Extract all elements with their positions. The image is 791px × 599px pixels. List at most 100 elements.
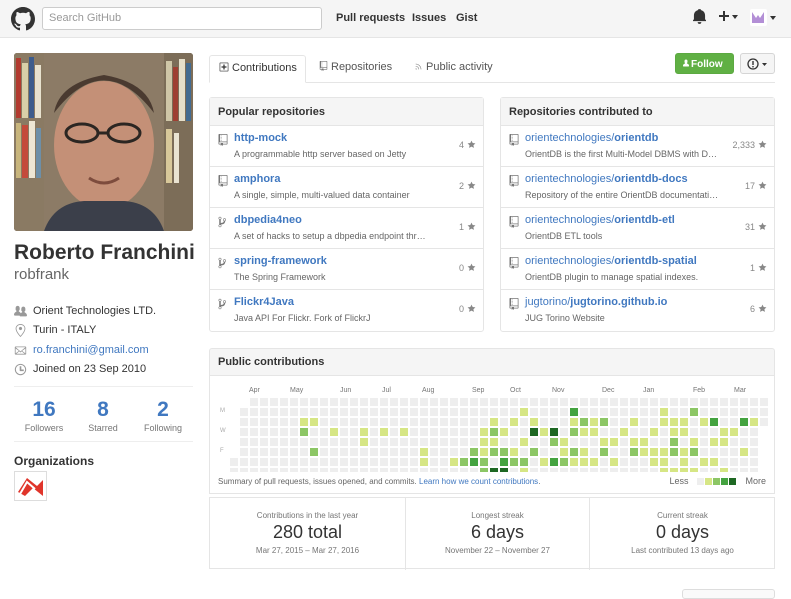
contribution-day[interactable] xyxy=(380,468,388,472)
contribution-day[interactable] xyxy=(610,398,618,406)
contribution-day[interactable] xyxy=(360,448,368,456)
contribution-day[interactable] xyxy=(550,398,558,406)
contribution-day[interactable] xyxy=(240,408,248,416)
stat-followers[interactable]: 16 Followers xyxy=(19,398,69,433)
plus-icon[interactable] xyxy=(718,9,738,24)
contribution-day[interactable] xyxy=(260,448,268,456)
contribution-day[interactable] xyxy=(310,448,318,456)
email-link[interactable]: ro.franchini@gmail.com xyxy=(33,344,149,356)
repo-item[interactable]: orientechnologies/orientdb-docs Repositor… xyxy=(501,167,774,208)
contribution-day[interactable] xyxy=(550,428,558,436)
contribution-day[interactable] xyxy=(430,468,438,472)
contribution-day[interactable] xyxy=(740,398,748,406)
contribution-day[interactable] xyxy=(650,418,658,426)
repo-stars[interactable]: 0 xyxy=(459,263,476,273)
nav-issues[interactable]: Issues xyxy=(412,12,446,24)
contribution-day[interactable] xyxy=(520,468,528,472)
contribution-day[interactable] xyxy=(240,468,248,472)
contribution-day[interactable] xyxy=(650,438,658,446)
contribution-day[interactable] xyxy=(430,398,438,406)
contribution-day[interactable] xyxy=(700,408,708,416)
contribution-day[interactable] xyxy=(360,458,368,466)
contribution-day[interactable] xyxy=(630,418,638,426)
contribution-day[interactable] xyxy=(490,428,498,436)
contribution-day[interactable] xyxy=(560,408,568,416)
contribution-day[interactable] xyxy=(340,438,348,446)
contribution-day[interactable] xyxy=(270,458,278,466)
contribution-day[interactable] xyxy=(270,468,278,472)
contribution-day[interactable] xyxy=(440,418,448,426)
contribution-day[interactable] xyxy=(520,428,528,436)
contribution-day[interactable] xyxy=(410,458,418,466)
contribution-day[interactable] xyxy=(420,408,428,416)
contribution-day[interactable] xyxy=(620,418,628,426)
contribution-day[interactable] xyxy=(330,428,338,436)
contribution-day[interactable] xyxy=(590,418,598,426)
contribution-day[interactable] xyxy=(450,438,458,446)
contribution-day[interactable] xyxy=(290,398,298,406)
contribution-day[interactable] xyxy=(340,408,348,416)
contribution-day[interactable] xyxy=(620,468,628,472)
contribution-day[interactable] xyxy=(740,418,748,426)
contribution-day[interactable] xyxy=(760,398,768,406)
contribution-day[interactable] xyxy=(580,398,588,406)
contribution-day[interactable] xyxy=(730,408,738,416)
contribution-day[interactable] xyxy=(260,408,268,416)
contribution-day[interactable] xyxy=(750,428,758,436)
repo-link[interactable]: dbpedia4neo xyxy=(234,214,302,226)
contribution-day[interactable] xyxy=(470,458,478,466)
contribution-day[interactable] xyxy=(430,438,438,446)
contribution-day[interactable] xyxy=(650,428,658,436)
repo-stars[interactable]: 17 xyxy=(745,181,767,191)
contribution-day[interactable] xyxy=(320,448,328,456)
contribution-day[interactable] xyxy=(250,408,258,416)
contribution-day[interactable] xyxy=(400,408,408,416)
contribution-day[interactable] xyxy=(320,398,328,406)
bell-icon[interactable] xyxy=(693,9,706,24)
contribution-day[interactable] xyxy=(590,428,598,436)
contribution-day[interactable] xyxy=(680,438,688,446)
contribution-day[interactable] xyxy=(640,428,648,436)
contribution-day[interactable] xyxy=(600,428,608,436)
contribution-day[interactable] xyxy=(590,438,598,446)
contribution-day[interactable] xyxy=(410,448,418,456)
contribution-day[interactable] xyxy=(330,448,338,456)
contribution-day[interactable] xyxy=(560,438,568,446)
contribution-day[interactable] xyxy=(540,428,548,436)
contribution-day[interactable] xyxy=(510,398,518,406)
contribution-day[interactable] xyxy=(590,448,598,456)
contribution-day[interactable] xyxy=(760,418,768,426)
contribution-day[interactable] xyxy=(530,398,538,406)
contribution-day[interactable] xyxy=(680,458,688,466)
repo-item[interactable]: orientechnologies/orientdb-spatial Orient… xyxy=(501,249,774,290)
contribution-day[interactable] xyxy=(390,468,398,472)
contribution-day[interactable] xyxy=(290,458,298,466)
stat-following[interactable]: 2 Following xyxy=(138,398,188,433)
contribution-day[interactable] xyxy=(580,458,588,466)
contribution-day[interactable] xyxy=(390,448,398,456)
tab-contributions[interactable]: Contributions xyxy=(209,55,306,83)
contribution-day[interactable] xyxy=(670,448,678,456)
contribution-day[interactable] xyxy=(280,408,288,416)
contribution-day[interactable] xyxy=(650,468,658,472)
contribution-day[interactable] xyxy=(300,408,308,416)
contribution-day[interactable] xyxy=(490,408,498,416)
contribution-day[interactable] xyxy=(440,438,448,446)
contribution-day[interactable] xyxy=(660,428,668,436)
contribution-day[interactable] xyxy=(420,438,428,446)
contribution-day[interactable] xyxy=(490,398,498,406)
tab-public-activity[interactable]: Public activity xyxy=(414,55,493,83)
contribution-day[interactable] xyxy=(460,408,468,416)
contribution-day[interactable] xyxy=(360,418,368,426)
contribution-day[interactable] xyxy=(370,468,378,472)
contribution-day[interactable] xyxy=(560,458,568,466)
contribution-day[interactable] xyxy=(400,398,408,406)
contribution-day[interactable] xyxy=(690,448,698,456)
contribution-day[interactable] xyxy=(340,428,348,436)
contribution-day[interactable] xyxy=(750,408,758,416)
contribution-day[interactable] xyxy=(240,438,248,446)
contribution-day[interactable] xyxy=(400,438,408,446)
contribution-day[interactable] xyxy=(590,408,598,416)
contribution-day[interactable] xyxy=(320,438,328,446)
contribution-day[interactable] xyxy=(740,468,748,472)
